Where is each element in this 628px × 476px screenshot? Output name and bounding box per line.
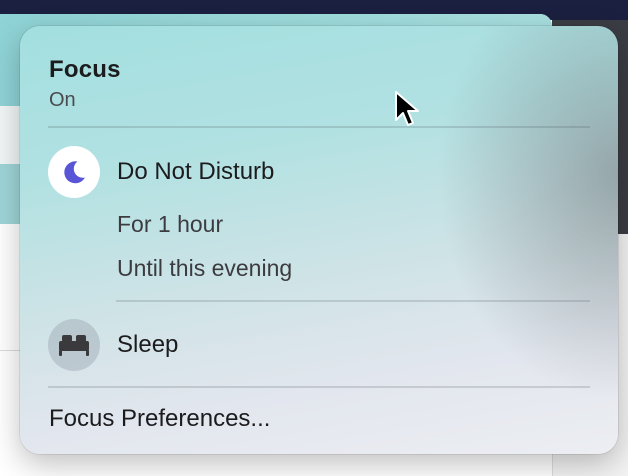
mode-label-do-not-disturb: Do Not Disturb [117, 158, 275, 185]
moon-icon[interactable] [48, 146, 100, 198]
divider [116, 300, 590, 302]
focus-preferences-menu-item[interactable]: Focus Preferences... [49, 405, 270, 433]
focus-mode-sleep[interactable]: Sleep [48, 319, 588, 371]
focus-menu-panel: Focus On Do Not Disturb For 1 hour Until… [20, 26, 618, 454]
dnd-option-for-1-hour[interactable]: For 1 hour [117, 211, 223, 238]
bed-icon[interactable] [48, 319, 100, 371]
dnd-option-until-this-evening[interactable]: Until this evening [117, 255, 292, 282]
divider [48, 386, 590, 388]
focus-mode-do-not-disturb[interactable]: Do Not Disturb [48, 146, 588, 198]
mode-label-sleep: Sleep [117, 331, 179, 358]
divider [48, 126, 590, 128]
focus-title: Focus [49, 56, 121, 83]
focus-status: On [49, 89, 76, 111]
mouse-pointer-icon [394, 90, 420, 130]
